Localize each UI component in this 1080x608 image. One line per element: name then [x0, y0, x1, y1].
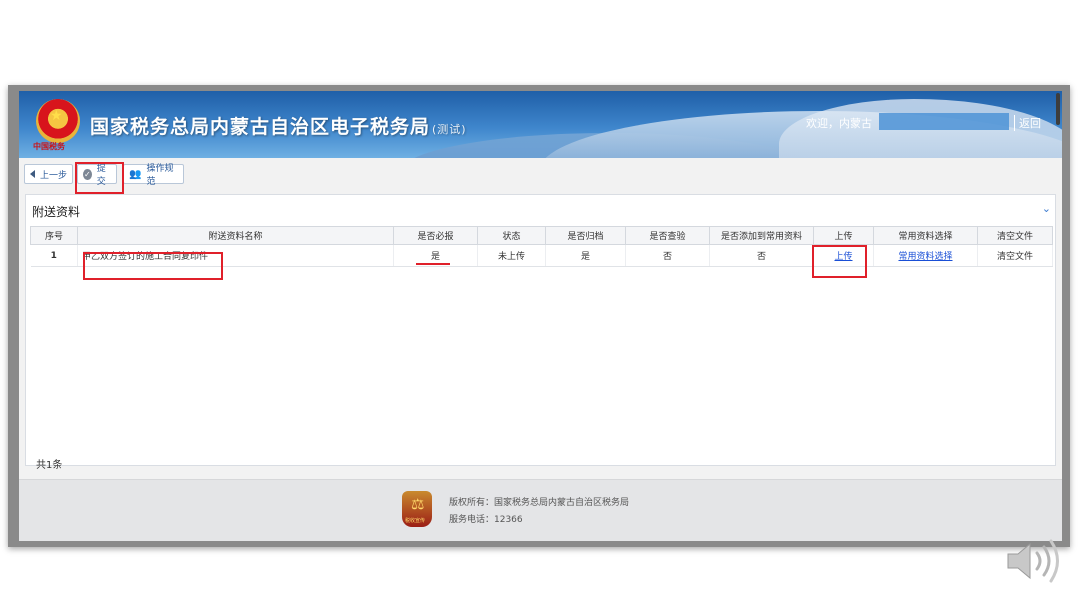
column-header: 是否添加到常用资料: [709, 226, 814, 245]
required-underline-mark: [416, 263, 450, 265]
page-footer: ⚖ 税收宣传 版权所有：国家税务总局内蒙古自治区税务局 服务电话：12366: [19, 479, 1062, 541]
column-header: 状态: [477, 226, 546, 245]
table-header-row: 序号 附送资料名称 是否必报 状态 是否归档 是否查验 是否添加到常用资料 上传…: [30, 226, 1053, 245]
status-value: 未上传: [477, 244, 546, 267]
common-materials-link[interactable]: 常用资料选择: [898, 252, 952, 262]
submit-highlight-box: [75, 162, 124, 194]
header-banner: ★ 中国税务 国家税务总局内蒙古自治区电子税务局 (测试) 欢迎，内蒙古 返回: [19, 91, 1062, 158]
service-phone: 服务电话：12366: [449, 515, 523, 525]
column-header: 是否查验: [625, 226, 710, 245]
column-header: 常用资料选择: [873, 226, 978, 245]
screenshot-frame: ★ 中国税务 国家税务总局内蒙古自治区电子税务局 (测试) 欢迎，内蒙古 返回 上…: [8, 85, 1070, 547]
tax-logo-icon: ⚖ 税收宣传: [402, 491, 432, 527]
redacted-username: [879, 113, 1009, 130]
logo-glyph: ⚖: [411, 495, 425, 513]
speaker-icon[interactable]: [1004, 536, 1060, 586]
chevron-down-icon[interactable]: ⌄: [1042, 202, 1051, 215]
welcome-text: 欢迎，内蒙古: [806, 117, 872, 130]
attachments-panel: 附送资料 ⌄ 序号 附送资料名称 是否必报 状态 是否归档 是否查验 是否添加到…: [25, 194, 1056, 471]
users-icon: 👥: [129, 168, 142, 180]
common-select-cell: 常用资料选择: [873, 244, 978, 267]
column-header: 上传: [813, 226, 874, 245]
clear-file-action[interactable]: 清空文件: [977, 244, 1053, 267]
name-highlight-box: [83, 252, 223, 280]
copyright-text: 版权所有：国家税务总局内蒙古自治区税务局: [449, 498, 630, 508]
column-header: 清空文件: [977, 226, 1053, 245]
back-arrow-icon: [30, 170, 35, 178]
toolbar: 上一步 ✓ 提交 👥 操作规范: [19, 161, 1062, 187]
operation-rules-button[interactable]: 👥 操作规范: [123, 164, 184, 187]
panel-title: 附送资料: [32, 205, 81, 219]
logo-caption: 税收宣传: [405, 518, 426, 524]
system-title-suffix: (测试): [432, 123, 467, 136]
total-count: 共1条: [36, 460, 63, 471]
operation-rules-label: 操作规范: [146, 164, 174, 187]
column-header: 序号: [30, 226, 78, 245]
verified-value: 否: [625, 244, 710, 267]
upload-highlight-box: [812, 245, 867, 278]
column-header: 附送资料名称: [77, 226, 394, 245]
emblem-caption: 中国税务: [33, 141, 65, 151]
archived-value: 是: [545, 244, 626, 267]
system-title-text: 国家税务总局内蒙古自治区电子税务局: [90, 116, 431, 138]
tax-bureau-page: ★ 中国税务 国家税务总局内蒙古自治区电子税务局 (测试) 欢迎，内蒙古 返回 上…: [19, 91, 1062, 541]
column-header: 是否归档: [545, 226, 626, 245]
back-link[interactable]: 返回: [1014, 115, 1041, 131]
column-header: 是否必报: [393, 226, 478, 245]
add-common-value: 否: [709, 244, 814, 267]
national-emblem-icon: ★: [36, 99, 80, 143]
previous-step-label: 上一步: [40, 170, 68, 181]
previous-step-button[interactable]: 上一步: [24, 164, 73, 184]
row-index: 1: [30, 244, 78, 267]
system-title: 国家税务总局内蒙古自治区电子税务局 (测试): [90, 112, 467, 139]
presentation-slide: ★ 中国税务 国家税务总局内蒙古自治区电子税务局 (测试) 欢迎，内蒙古 返回 上…: [0, 0, 1080, 608]
scrollbar[interactable]: [1056, 93, 1060, 125]
